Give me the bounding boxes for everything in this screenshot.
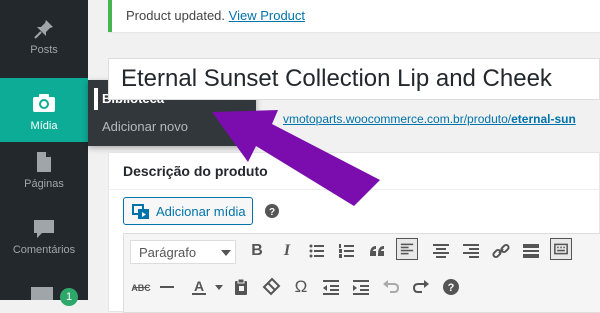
annotation-arrow [212,110,380,206]
